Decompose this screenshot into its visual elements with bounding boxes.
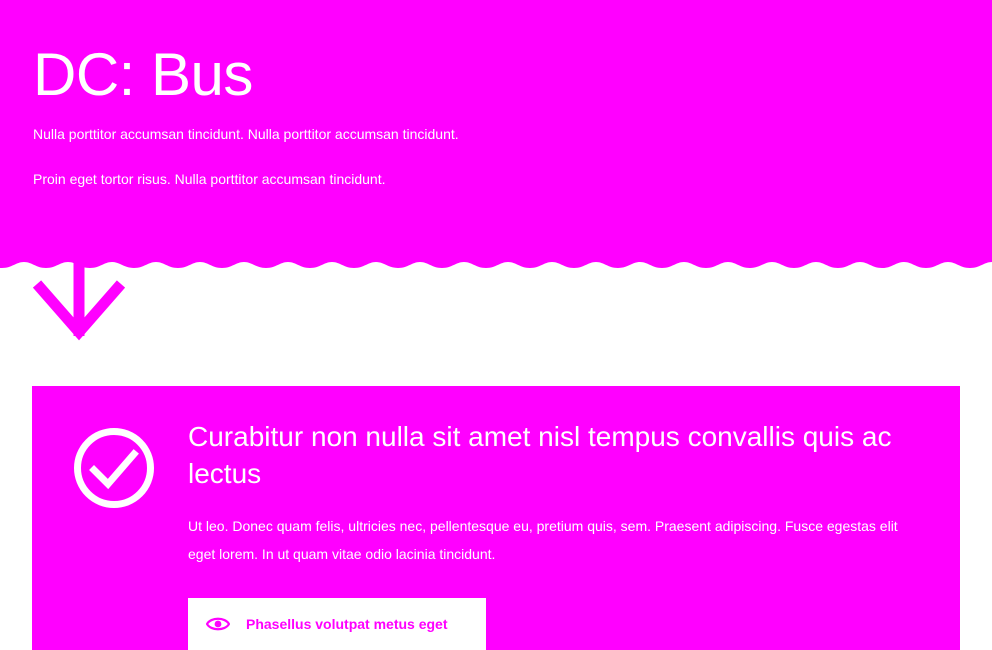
hero-paragraph: Nulla porttitor accumsan tincidunt. Null… xyxy=(33,126,459,142)
feature-card: Curabitur non nulla sit amet nisl tempus… xyxy=(32,386,960,650)
page-title: DC: Bus xyxy=(33,41,253,108)
wave-divider xyxy=(0,252,992,268)
view-button-label: Phasellus volutpat metus eget xyxy=(246,616,448,632)
hero-paragraph: Proin eget tortor risus. Nulla porttitor… xyxy=(33,171,386,187)
hero-banner: DC: Bus Nulla porttitor accumsan tincidu… xyxy=(0,0,992,262)
check-circle-icon xyxy=(74,428,154,508)
arrow-down-icon[interactable] xyxy=(33,262,125,342)
card-heading: Curabitur non nulla sit amet nisl tempus… xyxy=(188,421,892,489)
view-button[interactable]: Phasellus volutpat metus eget xyxy=(188,598,486,650)
eye-icon xyxy=(206,617,230,631)
card-body: Ut leo. Donec quam felis, ultricies nec,… xyxy=(188,518,898,562)
